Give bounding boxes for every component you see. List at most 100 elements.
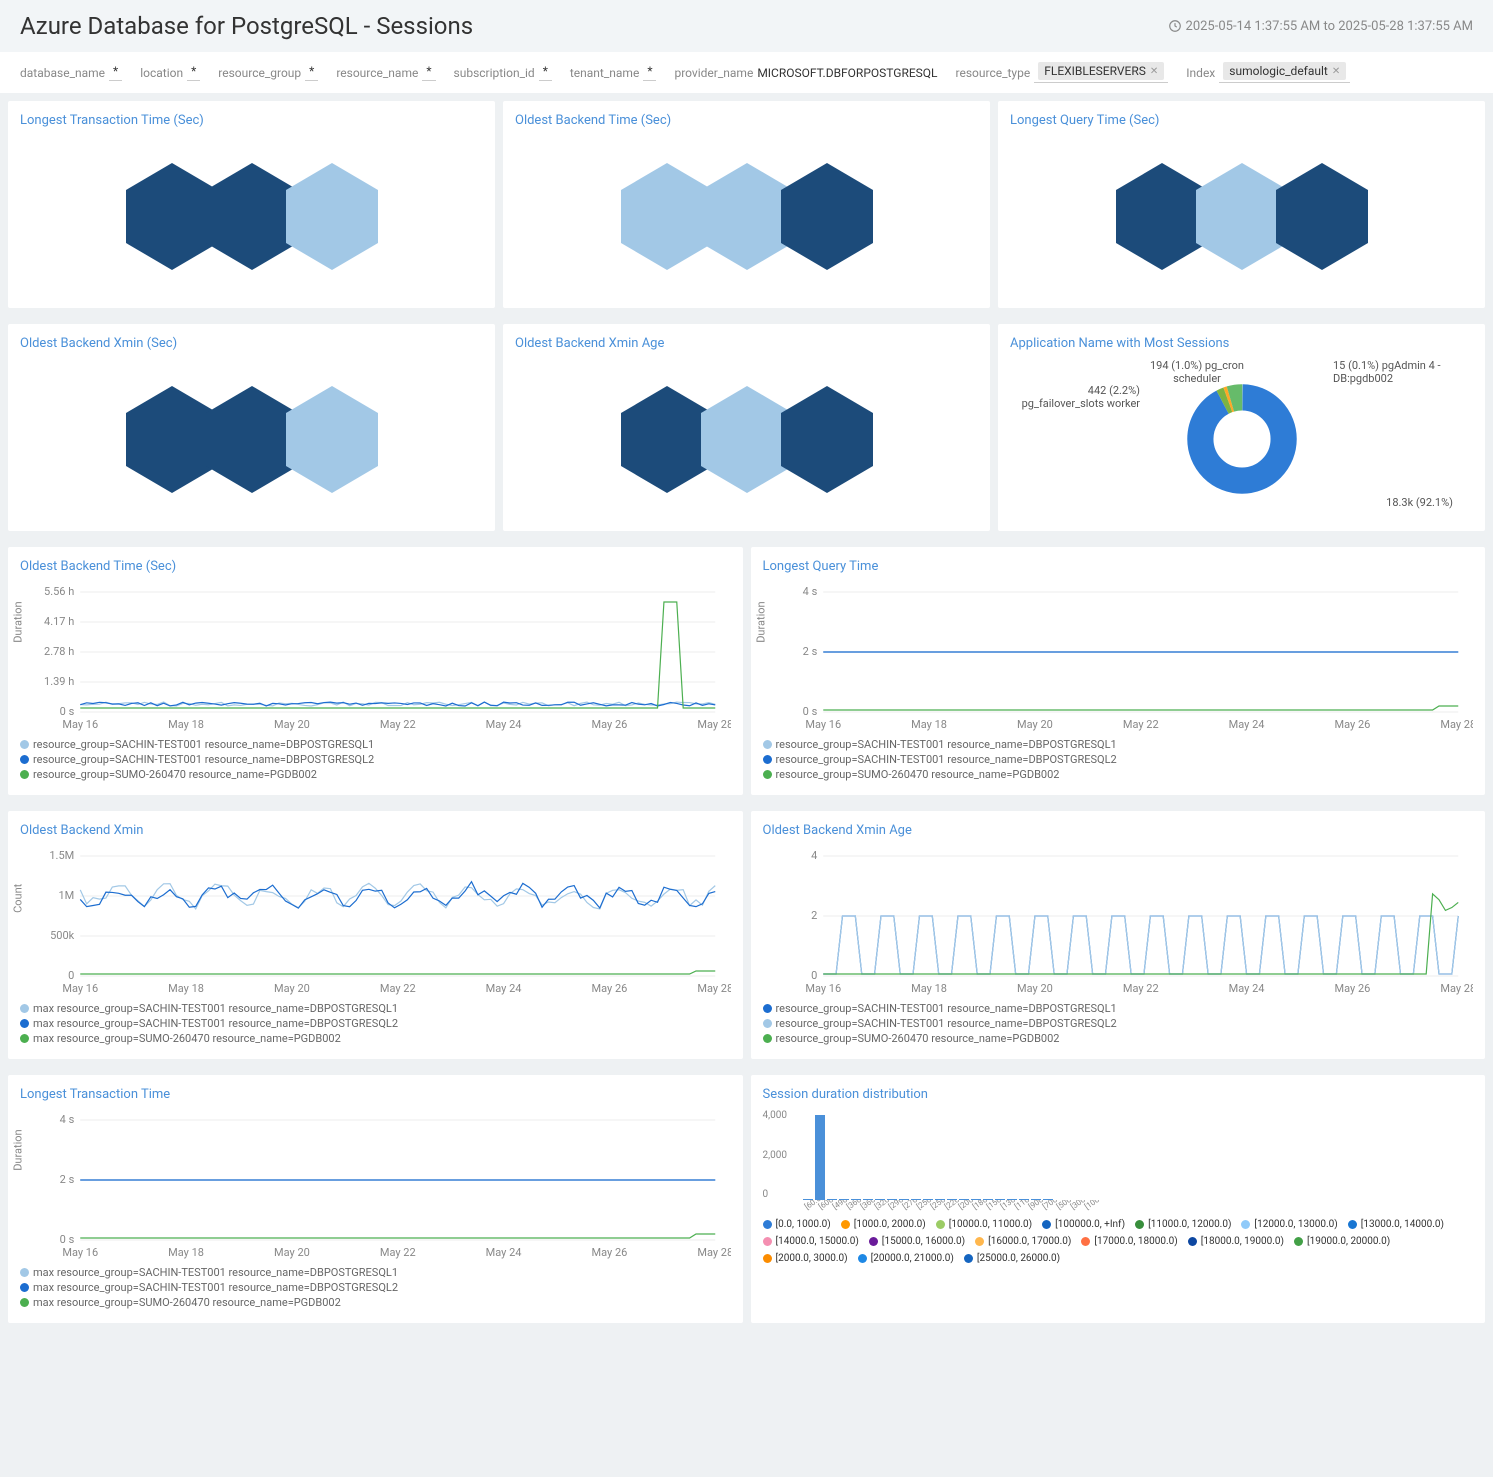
panel-oldest-backend-time-sec[interactable]: Oldest Backend Time (Sec): [503, 101, 990, 308]
row-charts-3: Longest Transaction Time Duration0 s2 s4…: [0, 1067, 1493, 1331]
svg-text:May 28: May 28: [1440, 982, 1473, 995]
panel-oldest-backend-xmin-chart[interactable]: Oldest Backend Xmin Count0500k1M1.5MMay …: [8, 811, 743, 1059]
svg-text:4: 4: [811, 849, 817, 862]
donut-label-3: 15 (0.1%) pgAdmin 4 -DB:pgdb002: [1333, 359, 1473, 385]
panel-oldest-backend-xmin-age-hex[interactable]: Oldest Backend Xmin Age: [503, 324, 990, 531]
hex-viz: [20, 359, 483, 519]
row-hex-2: Oldest Backend Xmin (Sec) Oldest Backend…: [0, 316, 1493, 539]
svg-text:May 24: May 24: [1228, 982, 1264, 995]
svg-text:May 16: May 16: [805, 718, 841, 731]
time-range[interactable]: 2025-05-14 1:37:55 AM to 2025-05-28 1:37…: [1168, 19, 1473, 34]
svg-text:May 26: May 26: [592, 1246, 628, 1259]
filter-index[interactable]: Indexsumologic_default✕: [1186, 62, 1350, 83]
clock-icon: [1168, 19, 1182, 33]
hex-viz: [1010, 136, 1473, 296]
svg-text:May 24: May 24: [1228, 718, 1264, 731]
donut-label-1: 442 (2.2%)pg_failover_slots worker: [1010, 384, 1140, 410]
svg-text:May 22: May 22: [380, 1246, 416, 1259]
filter-provider-name[interactable]: provider_nameMICROSOFT.DBFORPOSTGRESQL: [674, 66, 937, 80]
svg-text:May 26: May 26: [1334, 982, 1370, 995]
line-chart: Duration0 s2 s4 sMay 16May 18May 20May 2…: [763, 582, 1474, 732]
legend: max resource_group=SACHIN-TEST001 resour…: [20, 1266, 731, 1309]
svg-text:1.5M: 1.5M: [49, 849, 74, 862]
svg-text:0 s: 0 s: [60, 705, 75, 718]
svg-text:0 s: 0 s: [60, 1233, 75, 1246]
svg-text:May 24: May 24: [486, 718, 522, 731]
legend: resource_group=SACHIN-TEST001 resource_n…: [20, 738, 731, 781]
svg-text:May 28: May 28: [697, 982, 730, 995]
svg-text:0: 0: [811, 969, 817, 982]
svg-text:May 22: May 22: [1122, 982, 1158, 995]
legend: [0.0, 1000.0)[1000.0, 2000.0)[10000.0, 1…: [763, 1219, 1474, 1264]
svg-text:May 26: May 26: [592, 718, 628, 731]
filter-tenant-name[interactable]: tenant_name*: [570, 64, 657, 81]
donut-svg: [1187, 384, 1297, 494]
close-icon[interactable]: ✕: [1332, 66, 1340, 77]
svg-text:May 18: May 18: [911, 982, 947, 995]
filter-resource-group[interactable]: resource_group*: [218, 64, 318, 81]
donut-label-2: 194 (1.0%) pg_cronscheduler: [1150, 359, 1244, 385]
panel-session-duration-distribution[interactable]: Session duration distribution 4,0002,000…: [751, 1075, 1486, 1323]
panel-longest-transaction-time-sec[interactable]: Longest Transaction Time (Sec): [8, 101, 495, 308]
hex-viz: [515, 136, 978, 296]
line-chart: Count0500k1M1.5MMay 16May 18May 20May 22…: [20, 846, 731, 996]
hex-viz: [515, 359, 978, 519]
svg-text:May 20: May 20: [1017, 982, 1053, 995]
svg-text:May 18: May 18: [168, 718, 204, 731]
svg-text:May 26: May 26: [592, 982, 628, 995]
svg-text:0: 0: [68, 969, 74, 982]
svg-text:May 16: May 16: [62, 1246, 98, 1259]
row-charts-2: Oldest Backend Xmin Count0500k1M1.5MMay …: [0, 803, 1493, 1067]
panel-longest-transaction-time-chart[interactable]: Longest Transaction Time Duration0 s2 s4…: [8, 1075, 743, 1323]
svg-text:May 20: May 20: [274, 1246, 310, 1259]
header: Azure Database for PostgreSQL - Sessions…: [0, 0, 1493, 52]
row-charts-1: Oldest Backend Time (Sec) Duration0 s1.3…: [0, 539, 1493, 803]
svg-text:May 28: May 28: [697, 718, 730, 731]
svg-text:May 16: May 16: [62, 982, 98, 995]
panel-oldest-backend-time-chart[interactable]: Oldest Backend Time (Sec) Duration0 s1.3…: [8, 547, 743, 795]
svg-text:May 28: May 28: [697, 1246, 730, 1259]
svg-text:5.56 h: 5.56 h: [44, 585, 74, 598]
svg-text:1.39 h: 1.39 h: [44, 675, 74, 688]
panel-longest-query-time-sec[interactable]: Longest Query Time (Sec): [998, 101, 1485, 308]
close-icon[interactable]: ✕: [1150, 66, 1158, 77]
svg-text:4 s: 4 s: [60, 1113, 75, 1126]
filter-resource-type[interactable]: resource_typeFLEXIBLESERVERS✕: [956, 62, 1169, 83]
svg-text:May 16: May 16: [62, 718, 98, 731]
svg-text:May 24: May 24: [486, 1246, 522, 1259]
legend: max resource_group=SACHIN-TEST001 resour…: [20, 1002, 731, 1045]
svg-text:4.17 h: 4.17 h: [44, 615, 74, 628]
svg-text:May 18: May 18: [168, 982, 204, 995]
panel-longest-query-time-chart[interactable]: Longest Query Time Duration0 s2 s4 sMay …: [751, 547, 1486, 795]
hex-viz: [20, 136, 483, 296]
svg-text:May 20: May 20: [274, 982, 310, 995]
svg-text:May 24: May 24: [486, 982, 522, 995]
svg-text:500k: 500k: [50, 929, 75, 942]
line-chart: Duration0 s2 s4 sMay 16May 18May 20May 2…: [20, 1110, 731, 1260]
svg-text:May 28: May 28: [1440, 718, 1473, 731]
svg-text:1M: 1M: [58, 889, 74, 902]
svg-text:May 26: May 26: [1334, 718, 1370, 731]
panel-oldest-backend-xmin-age-chart[interactable]: Oldest Backend Xmin Age 024May 16May 18M…: [751, 811, 1486, 1059]
svg-text:May 18: May 18: [911, 718, 947, 731]
svg-text:May 22: May 22: [380, 718, 416, 731]
panel-app-name-most-sessions[interactable]: Application Name with Most Sessions 442 …: [998, 324, 1485, 531]
svg-text:May 22: May 22: [380, 982, 416, 995]
svg-text:4 s: 4 s: [802, 585, 817, 598]
filter-subscription-id[interactable]: subscription_id*: [454, 64, 552, 81]
svg-text:May 20: May 20: [274, 718, 310, 731]
filter-location[interactable]: location*: [140, 64, 200, 81]
svg-text:May 20: May 20: [1017, 718, 1053, 731]
page-title: Azure Database for PostgreSQL - Sessions: [20, 12, 473, 40]
filter-bar: database_name* location* resource_group*…: [0, 52, 1493, 93]
svg-text:May 16: May 16: [805, 982, 841, 995]
filter-database-name[interactable]: database_name*: [20, 64, 122, 81]
bar-chart: 4,0002,0000 [60.0, +Inf)[6000.0, 67000.0…: [763, 1110, 1474, 1213]
panel-oldest-backend-xmin-sec[interactable]: Oldest Backend Xmin (Sec): [8, 324, 495, 531]
svg-text:May 22: May 22: [1122, 718, 1158, 731]
svg-text:2.78 h: 2.78 h: [44, 645, 74, 658]
legend: resource_group=SACHIN-TEST001 resource_n…: [763, 738, 1474, 781]
filter-resource-name[interactable]: resource_name*: [336, 64, 435, 81]
svg-text:2: 2: [811, 909, 817, 922]
donut-label-4: 18.3k (92.1%): [1386, 496, 1453, 509]
